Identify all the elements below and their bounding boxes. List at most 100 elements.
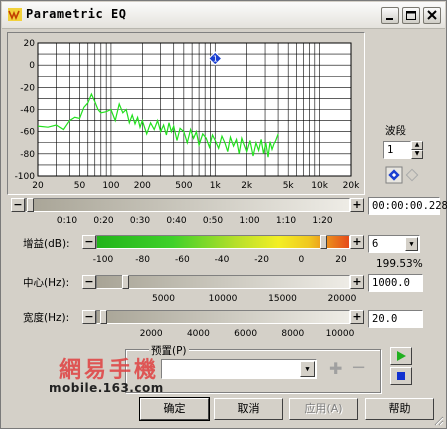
stop-button[interactable]: [390, 367, 412, 385]
band-marker-off-icon[interactable]: [405, 168, 419, 182]
x-tick-label: 1k: [210, 181, 222, 191]
play-button[interactable]: [390, 347, 412, 365]
x-tick-label: 200: [134, 181, 151, 191]
width-slider-thumb[interactable]: [100, 310, 108, 324]
preset-dropdown-arrow-icon[interactable]: ▼: [300, 361, 315, 377]
x-tick-label: 2k: [241, 181, 253, 191]
gain-percent: 199.53%: [376, 258, 423, 270]
x-tick-label: 50: [74, 181, 86, 191]
gain-tick-label: -20: [254, 255, 270, 265]
width-tick-label: 4000: [186, 329, 210, 339]
width-value-field[interactable]: 20.0: [368, 310, 423, 328]
cancel-button[interactable]: 取消: [214, 398, 283, 420]
stop-icon: [397, 372, 405, 380]
time-tick-label: 0:20: [93, 216, 114, 226]
minimize-icon: [386, 18, 393, 20]
resize-grip-icon[interactable]: [432, 414, 444, 426]
center-slider-thumb[interactable]: [121, 275, 129, 289]
center-minus-button[interactable]: −: [82, 275, 96, 289]
band-up-arrow-button[interactable]: ▲: [411, 141, 423, 150]
time-tick-label: 0:50: [202, 216, 224, 226]
y-tick-label: -40: [20, 106, 35, 116]
minimize-button[interactable]: [381, 7, 399, 24]
time-slider-track[interactable]: [25, 198, 350, 212]
app-icon: [8, 8, 22, 21]
time-tick-label: 1:00: [239, 216, 260, 226]
y-tick-label: -60: [20, 128, 35, 138]
gain-tick-label: -100: [92, 255, 114, 265]
x-tick-label: 20: [32, 181, 44, 191]
help-button[interactable]: 帮助: [365, 398, 434, 420]
gain-tick-label: -40: [214, 255, 230, 265]
x-tick-label: 100: [102, 181, 119, 191]
time-tick-label: 1:10: [275, 216, 297, 226]
time-slider-plus-button[interactable]: +: [350, 198, 364, 212]
ok-button[interactable]: 确定: [139, 397, 210, 421]
gain-tick-label: -60: [174, 255, 190, 265]
eq-graph[interactable]: 200-20-40-60-80-100 20 50 100 200 500 1k 2k 5k 1…: [7, 32, 365, 195]
center-plus-button[interactable]: +: [350, 275, 364, 289]
x-tick-label: 500: [175, 181, 192, 191]
center-tick-label: 10000: [208, 294, 238, 304]
title-bar[interactable]: Parametric EQ: [2, 2, 445, 29]
band-down-arrow-button[interactable]: ▼: [411, 150, 423, 159]
width-tick-label: 6000: [234, 329, 258, 339]
svg-text:1: 1: [213, 55, 218, 64]
width-slider-track[interactable]: [96, 310, 350, 324]
close-button[interactable]: [423, 7, 441, 24]
band-value-field[interactable]: 1: [383, 141, 411, 159]
x-tick-label: 20k: [343, 181, 360, 191]
width-minus-button[interactable]: −: [82, 310, 96, 324]
time-slider-thumb[interactable]: [27, 198, 34, 212]
close-icon: [427, 10, 437, 20]
width-tick-label: 8000: [281, 329, 305, 339]
x-tick-label: 10k: [311, 181, 328, 191]
band-label: 波段: [385, 125, 406, 137]
add-preset-icon[interactable]: ✚: [329, 359, 342, 378]
center-tick-label: 5000: [152, 294, 175, 304]
gain-slider-track[interactable]: [96, 235, 350, 249]
maximize-icon: [406, 11, 416, 20]
apply-button[interactable]: 应用(A): [289, 398, 358, 420]
y-tick-label: 20: [24, 39, 36, 49]
time-slider-minus-button[interactable]: −: [11, 198, 25, 212]
gain-plus-button[interactable]: +: [350, 235, 364, 249]
time-value-field[interactable]: 00:00:00.228: [368, 197, 447, 215]
center-tick-label: 15000: [268, 294, 297, 304]
width-plus-button[interactable]: +: [350, 310, 364, 324]
width-tick-label: 2000: [139, 329, 163, 339]
watermark-url: mobile.163.com: [49, 381, 164, 395]
y-tick-label: -80: [20, 150, 35, 160]
gain-tick-label: 0: [298, 255, 305, 265]
time-tick-label: 0:40: [166, 216, 187, 226]
width-label: 宽度(Hz):: [23, 312, 70, 324]
gain-dropdown-arrow-icon[interactable]: ▼: [405, 237, 418, 251]
play-icon: [397, 351, 406, 361]
time-tick-label: 0:30: [129, 216, 151, 226]
eq-window: Parametric EQ 20 0 -20 -40 -60 -80 -100 20 50 10…: [0, 0, 447, 429]
width-tick-label: 10000: [325, 329, 355, 339]
gain-tick-label: -80: [135, 255, 151, 265]
center-value-field[interactable]: 1000.0: [368, 274, 423, 292]
maximize-button[interactable]: [402, 7, 420, 24]
x-tick-labels: 20 50 100 200 500 1k 2k 5k 10k 20k: [32, 181, 360, 191]
gain-minus-button[interactable]: −: [82, 235, 96, 249]
center-tick-label: 20000: [327, 294, 357, 304]
preset-dropdown[interactable]: ▼: [161, 359, 317, 379]
y-tick-label: 0: [29, 61, 35, 71]
gain-value-combobox[interactable]: 6 ▼: [368, 235, 420, 253]
y-tick-labels: 200-20-40-60-80-100: [15, 39, 36, 182]
time-tick-label: 0:10: [56, 216, 78, 226]
gain-label: 增益(dB):: [23, 238, 70, 250]
time-tick-label: 1:20: [312, 216, 333, 226]
y-tick-label: -20: [20, 83, 35, 93]
center-slider-track[interactable]: [96, 275, 350, 289]
band-marker-on-icon[interactable]: [385, 166, 403, 184]
center-label: 中心(Hz):: [23, 277, 70, 289]
x-tick-label: 5k: [283, 181, 295, 191]
window-title: Parametric EQ: [26, 7, 127, 21]
gain-slider-thumb[interactable]: [320, 235, 328, 249]
remove-preset-icon[interactable]: −: [351, 357, 366, 378]
gain-tick-label: 20: [335, 255, 347, 265]
gain-value: 6: [372, 238, 379, 250]
